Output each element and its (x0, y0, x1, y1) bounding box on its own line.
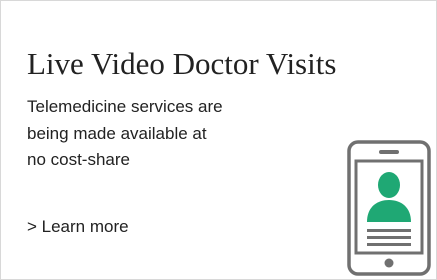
telemedicine-phone-icon (347, 140, 431, 276)
card-title: Live Video Doctor Visits (27, 46, 337, 81)
card-description: Telemedicine services are being made ava… (27, 97, 223, 169)
learn-more-link[interactable]: > Learn more (27, 215, 129, 239)
telemedicine-card: Live Video Doctor Visits Telemedicine se… (0, 0, 437, 280)
